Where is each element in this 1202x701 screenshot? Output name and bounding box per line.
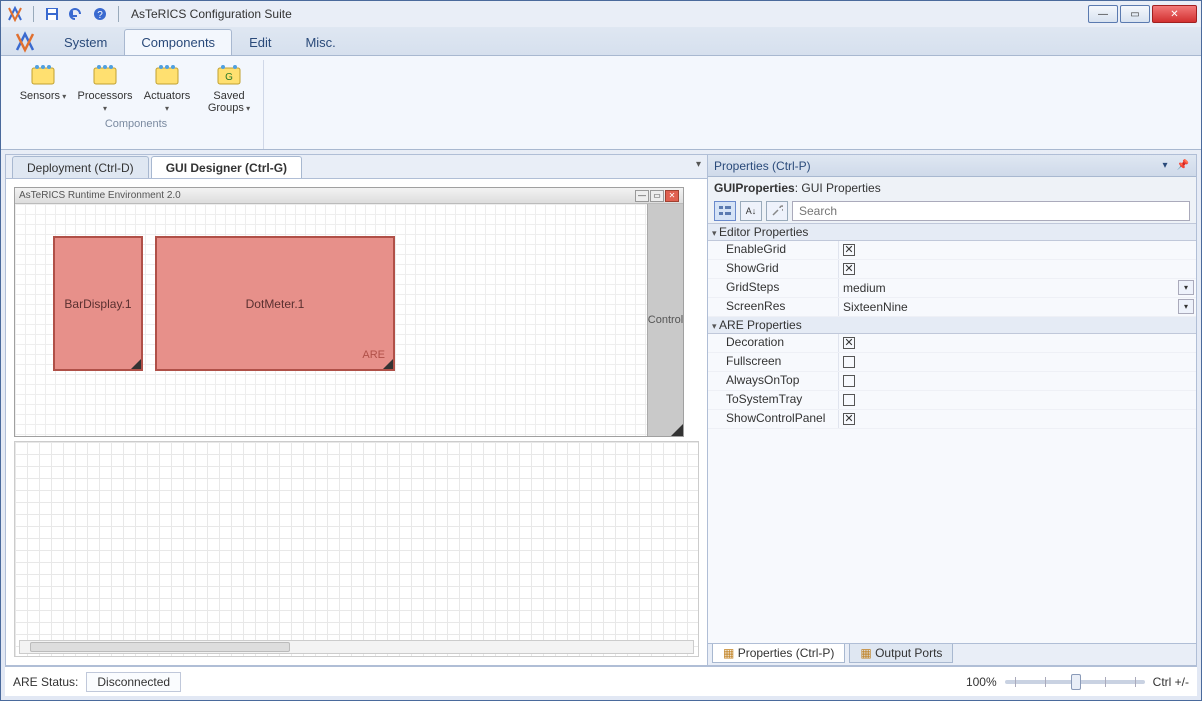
panel-pin-icon[interactable]: 📌 xyxy=(1176,159,1190,173)
ribbon-logo[interactable] xyxy=(11,29,39,55)
panel-dropdown-icon[interactable]: ▾ xyxy=(1158,159,1172,173)
resize-handle-icon[interactable] xyxy=(383,359,393,369)
properties-panel-header: Properties (Ctrl-P) xyxy=(714,159,811,173)
dropdown-icon[interactable]: ▾ xyxy=(1178,299,1194,314)
zoom-percentage: 100% xyxy=(966,675,997,689)
zoom-slider-thumb[interactable] xyxy=(1071,674,1081,690)
prop-checkbox-decoration[interactable]: ✕ xyxy=(843,337,855,349)
are-maximize-button[interactable]: ▭ xyxy=(650,190,664,202)
designer-background-grid xyxy=(14,441,699,657)
are-status-label: ARE Status: xyxy=(13,675,78,689)
are-window-title: AsTeRICS Runtime Environment 2.0 xyxy=(19,190,635,201)
scrollbar-thumb[interactable] xyxy=(30,642,290,652)
minimize-button[interactable]: — xyxy=(1088,5,1118,23)
bottom-tab-properties[interactable]: ▦ Properties (Ctrl-P) xyxy=(712,644,845,663)
gui-component-bardisplay[interactable]: BarDisplay.1 xyxy=(53,236,143,371)
are-control-panel-strip[interactable]: Control xyxy=(647,204,683,436)
prop-checkbox-showcontrolpanel[interactable]: ✕ xyxy=(843,413,855,425)
prop-section-are[interactable]: ARE Properties xyxy=(708,317,1196,334)
zoom-slider[interactable] xyxy=(1005,680,1145,684)
prop-val-gridsteps[interactable]: medium xyxy=(843,281,886,295)
doctab-gui-designer[interactable]: GUI Designer (Ctrl-G) xyxy=(151,156,302,178)
app-logo-small[interactable] xyxy=(5,4,25,24)
horizontal-scrollbar[interactable] xyxy=(19,640,694,654)
save-icon[interactable] xyxy=(42,4,62,24)
resize-handle-icon[interactable] xyxy=(131,359,141,369)
separator xyxy=(118,6,119,22)
svg-text:?: ? xyxy=(97,10,103,21)
tab-edit[interactable]: Edit xyxy=(232,29,288,55)
window-title: AsTeRICS Configuration Suite xyxy=(131,7,292,21)
sort-alphabetical-button[interactable]: A↓ xyxy=(740,201,762,221)
undo-icon[interactable] xyxy=(66,4,86,24)
doctab-deployment[interactable]: Deployment (Ctrl-D) xyxy=(12,156,149,178)
ribbon-sensors[interactable]: Sensors xyxy=(15,60,71,116)
prop-checkbox-tosystemtray[interactable] xyxy=(843,394,855,406)
are-runtime-window: AsTeRICS Runtime Environment 2.0 — ▭ ✕ B… xyxy=(14,187,684,437)
help-icon[interactable]: ? xyxy=(90,4,110,24)
prop-key-enablegrid: EnableGrid xyxy=(708,241,838,259)
svg-text:G: G xyxy=(225,72,233,83)
toolbar-wrench-button[interactable] xyxy=(766,201,788,221)
are-status-value: Disconnected xyxy=(86,672,181,692)
prop-key-alwaysontop: AlwaysOnTop xyxy=(708,372,838,390)
sort-categorized-button[interactable] xyxy=(714,201,736,221)
prop-checkbox-alwaysontop[interactable] xyxy=(843,375,855,387)
tab-components[interactable]: Components xyxy=(124,29,232,55)
are-label: ARE xyxy=(362,349,385,361)
bottom-tab-output-ports[interactable]: ▦ Output Ports xyxy=(849,644,953,663)
prop-val-screenres[interactable]: SixteenNine xyxy=(843,300,908,314)
prop-key-showgrid: ShowGrid xyxy=(708,260,838,278)
prop-key-showcontrolpanel: ShowControlPanel xyxy=(708,410,838,428)
ribbon-group-label: Components xyxy=(105,118,167,130)
prop-section-editor[interactable]: Editor Properties xyxy=(708,224,1196,241)
prop-checkbox-showgrid[interactable]: ✕ xyxy=(843,263,855,275)
ribbon-saved-groups[interactable]: G Saved Groups xyxy=(201,60,257,116)
properties-object-title: GUIProperties: GUI Properties xyxy=(708,177,1196,199)
properties-search-input[interactable] xyxy=(792,201,1190,221)
prop-key-fullscreen: Fullscreen xyxy=(708,353,838,371)
prop-key-screenres: ScreenRes xyxy=(708,298,838,316)
are-minimize-button[interactable]: — xyxy=(635,190,649,202)
dropdown-icon[interactable]: ▾ xyxy=(1178,280,1194,295)
tab-misc[interactable]: Misc. xyxy=(288,29,352,55)
ribbon-actuators[interactable]: Actuators xyxy=(139,60,195,116)
doctab-dropdown-icon[interactable]: ▾ xyxy=(696,159,701,170)
prop-key-gridsteps: GridSteps xyxy=(708,279,838,297)
prop-key-tosystemtray: ToSystemTray xyxy=(708,391,838,409)
maximize-button[interactable]: ▭ xyxy=(1120,5,1150,23)
gui-component-dotmeter[interactable]: DotMeter.1 ARE xyxy=(155,236,395,371)
are-close-button[interactable]: ✕ xyxy=(665,190,679,202)
prop-checkbox-fullscreen[interactable] xyxy=(843,356,855,368)
ribbon-processors[interactable]: Processors xyxy=(77,60,133,116)
separator xyxy=(33,6,34,22)
ribbon-group-components: Sensors Processors Actuators G Saved Gro… xyxy=(9,60,264,149)
zoom-shortcut-hint: Ctrl +/- xyxy=(1153,675,1189,689)
are-window-resize-handle[interactable] xyxy=(671,424,683,436)
close-button[interactable]: ✕ xyxy=(1152,5,1197,23)
prop-checkbox-enablegrid[interactable]: ✕ xyxy=(843,244,855,256)
tab-system[interactable]: System xyxy=(47,29,124,55)
prop-key-decoration: Decoration xyxy=(708,334,838,352)
